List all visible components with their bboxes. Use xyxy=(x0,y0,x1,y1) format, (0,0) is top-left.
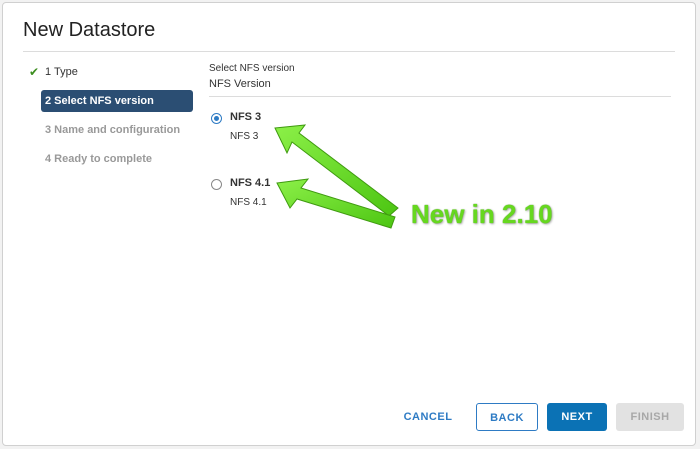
finish-button: FINISH xyxy=(616,403,684,431)
cancel-button[interactable]: CANCEL xyxy=(401,403,455,431)
back-button[interactable]: BACK xyxy=(476,403,538,431)
next-button[interactable]: NEXT xyxy=(547,403,607,431)
annotation-arrows xyxy=(274,124,399,229)
new-datastore-dialog: New Datastore ✔ 1 Type 2 Select NFS vers… xyxy=(2,2,696,446)
annotation-text: New in 2.10 xyxy=(411,199,553,229)
